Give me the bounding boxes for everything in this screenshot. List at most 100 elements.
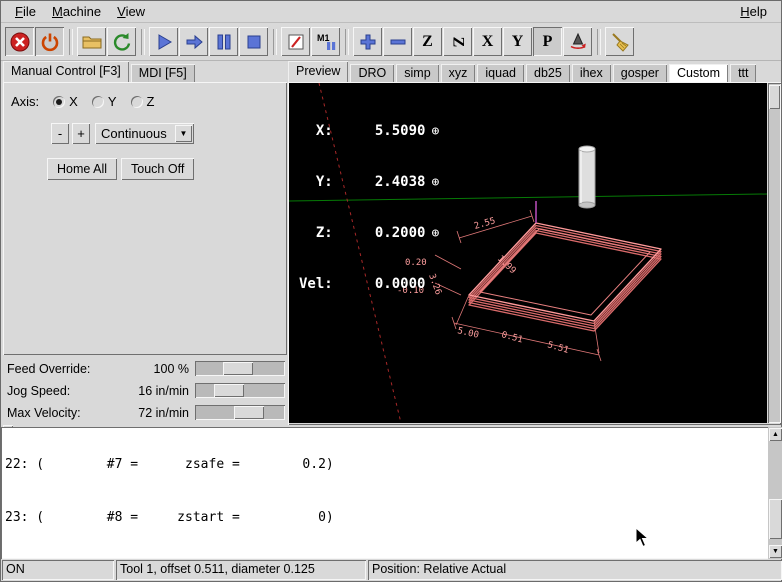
jog-minus-button[interactable]: - [51, 123, 69, 144]
homed-icon: ⊕ [431, 225, 439, 242]
estop-button[interactable] [5, 27, 34, 56]
jog-speed-slider[interactable] [195, 383, 285, 398]
view-side-button[interactable]: X [473, 27, 502, 56]
svg-text:0.51: 0.51 [500, 330, 524, 345]
tab-preview[interactable]: Preview [288, 61, 348, 82]
menu-view[interactable]: View [109, 2, 153, 21]
view-rotated-top-letter: Z [449, 36, 465, 47]
axis-y-label: Y [108, 94, 117, 109]
tab-gosper[interactable]: gosper [613, 64, 667, 82]
view-front-letter: Y [512, 34, 524, 50]
toolbar-separator [69, 29, 73, 55]
feed-override-slider-thumb[interactable] [223, 362, 253, 375]
machine-power-button[interactable] [35, 27, 64, 56]
menu-file[interactable]: File [7, 2, 44, 21]
dro-overlay: X: 5.5090⊕ Y: 2.4038⊕ Z: 0.2000⊕ Vel: 0.… [299, 89, 439, 327]
dro-y: Y: 2.4038 [299, 174, 425, 191]
menu-help[interactable]: Help [732, 2, 775, 21]
tab-dro[interactable]: DRO [350, 64, 394, 82]
jog-speed-slider-thumb[interactable] [214, 384, 244, 397]
jog-mode-value: Continuous [101, 126, 173, 141]
position-mode-cell: Position: Relative Actual [368, 560, 782, 580]
axis-z-radio[interactable] [131, 96, 143, 108]
stop-button[interactable] [239, 27, 268, 56]
gcode-line: 23: ( #8 = zstart = 0) [5, 509, 782, 527]
run-button[interactable] [149, 27, 178, 56]
m1-pause-icon: M1 [315, 31, 337, 53]
preview-scrollbar-thumb[interactable] [769, 85, 780, 109]
max-velocity-label: Max Velocity: [7, 406, 81, 420]
gcode-scrollbar[interactable]: ▲ ▼ [768, 427, 782, 559]
left-tabrow: Manual Control [F3] MDI [F5] [3, 61, 287, 82]
menu-machine[interactable]: Machine [44, 2, 109, 21]
home-row: Home All Touch Off [47, 158, 287, 180]
axis-label: Axis: [11, 94, 39, 109]
menubar: File Machine View Help [1, 1, 781, 23]
tab-mdi[interactable]: MDI [F5] [131, 64, 195, 82]
jog-row: - + Continuous ▼ [51, 123, 287, 144]
view-perspective-letter: P [543, 34, 553, 50]
view-rotated-top-button[interactable]: Z [443, 27, 472, 56]
toolbar-separator [141, 29, 145, 55]
skip-lines-button[interactable] [281, 27, 310, 56]
jog-mode-select[interactable]: Continuous ▼ [95, 123, 194, 144]
open-file-button[interactable] [77, 27, 106, 56]
override-sliders: Feed Override: 100 % Jog Speed: 16 in/mi… [3, 359, 287, 425]
tab-xyz[interactable]: xyz [441, 64, 476, 82]
dro-z: Z: 0.2000 [299, 225, 425, 242]
home-all-button[interactable]: Home All [47, 158, 117, 180]
axis-z-label: Z [147, 94, 155, 109]
gcode-text-area[interactable]: 22: ( #7 = zsafe = 0.2) 23: ( #8 = zstar… [1, 427, 782, 559]
max-velocity-slider-thumb[interactable] [234, 406, 264, 419]
axis-x-radio[interactable] [53, 96, 65, 108]
view-perspective-button[interactable]: P [533, 27, 562, 56]
toolbar-separator [597, 29, 601, 55]
zoom-out-button[interactable] [383, 27, 412, 56]
gcode-scrollbar-thumb[interactable] [769, 499, 782, 539]
axis-window: { "menubar": {"items": ["File", "Machine… [0, 0, 782, 582]
scroll-up-icon[interactable]: ▲ [769, 428, 782, 441]
reload-file-button[interactable] [107, 27, 136, 56]
view-front-button[interactable]: Y [503, 27, 532, 56]
preview-scrollbar[interactable] [768, 83, 781, 423]
max-velocity-row: Max Velocity: 72 in/min [3, 403, 287, 424]
view-top-button[interactable]: Z [413, 27, 442, 56]
toolbar: M1 Z Z X Y P [1, 23, 781, 61]
reload-icon [111, 31, 133, 53]
open-folder-icon [81, 31, 103, 53]
scroll-down-icon[interactable]: ▼ [769, 545, 782, 558]
axis-y-radio[interactable] [92, 96, 104, 108]
preview-canvas[interactable]: 2.55 1.99 0.20 3.26 -0.10 5.00 0.51 5.51 [289, 83, 767, 423]
slash-block-delete-icon [285, 31, 307, 53]
clear-plot-button[interactable] [605, 27, 634, 56]
tab-ttt[interactable]: ttt [730, 64, 756, 82]
tab-ihex[interactable]: ihex [572, 64, 611, 82]
optional-pause-button[interactable]: M1 [311, 27, 340, 56]
tab-iquad[interactable]: iquad [477, 64, 524, 82]
axis-row: Axis: X Y Z [11, 94, 287, 109]
zoom-in-button[interactable] [353, 27, 382, 56]
statusbar: ON Tool 1, offset 0.511, diameter 0.125 … [1, 559, 782, 581]
step-button[interactable] [179, 27, 208, 56]
svg-text:2.55: 2.55 [473, 216, 497, 232]
mouse-cursor [635, 527, 650, 548]
max-velocity-slider[interactable] [195, 405, 285, 420]
rotate-view-button[interactable] [563, 27, 592, 56]
feed-override-slider[interactable] [195, 361, 285, 376]
pause-button[interactable] [209, 27, 238, 56]
view-top-letter: Z [422, 34, 433, 50]
jog-speed-value: 16 in/min [123, 384, 189, 398]
right-notebook: Preview DRO simp xyz iquad db25 ihex gos… [288, 61, 781, 425]
tab-manual-control[interactable]: Manual Control [F3] [3, 61, 129, 82]
play-icon [153, 31, 175, 53]
pause-icon [213, 31, 235, 53]
machine-state-cell: ON [2, 560, 114, 580]
tab-simp[interactable]: simp [396, 64, 438, 82]
tab-db25[interactable]: db25 [526, 64, 570, 82]
stop-icon [243, 31, 265, 53]
tab-custom[interactable]: Custom [669, 64, 728, 82]
jog-plus-button[interactable]: + [72, 123, 90, 144]
left-notebook: Manual Control [F3] MDI [F5] Axis: X Y Z… [3, 61, 287, 355]
feed-override-value: 100 % [123, 362, 189, 376]
touch-off-button[interactable]: Touch Off [121, 158, 194, 180]
